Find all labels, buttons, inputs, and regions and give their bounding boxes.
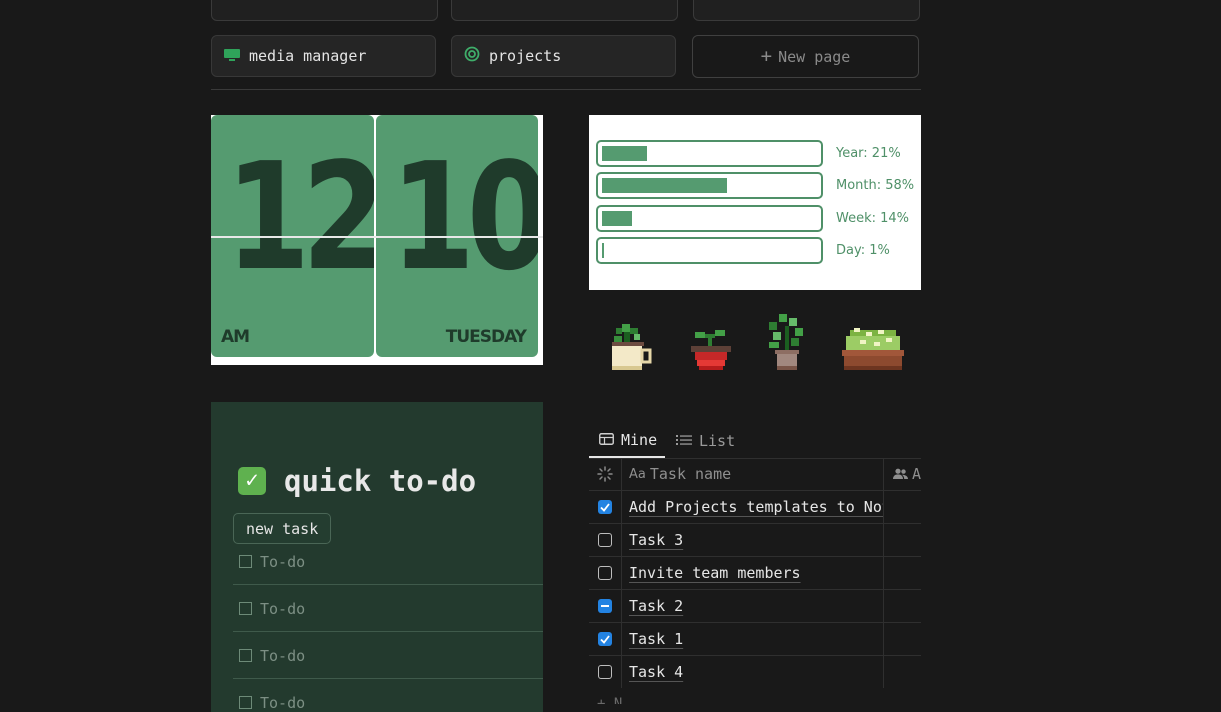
clock-hour: 12 <box>225 131 374 303</box>
todo-item[interactable]: To-do <box>233 539 543 585</box>
todo-checkbox[interactable] <box>239 649 252 662</box>
monitor-icon <box>224 47 240 65</box>
year-progress-bar <box>596 140 823 167</box>
todo-item-label: To-do <box>260 646 306 665</box>
projects-label: projects <box>489 47 562 65</box>
task-checkbox[interactable] <box>598 665 612 679</box>
page-button-partial[interactable] <box>693 0 920 21</box>
planter-box-icon <box>840 320 906 378</box>
progress-fill <box>602 178 727 193</box>
day-progress-bar <box>596 237 823 264</box>
target-icon <box>464 46 480 66</box>
potted-plant-mug-icon <box>608 312 654 378</box>
check-mark-icon: ✓ <box>238 467 266 495</box>
task-name[interactable]: Invite team members <box>629 564 801 582</box>
todo-item-label: To-do <box>260 599 306 618</box>
task-checkbox[interactable] <box>598 533 612 547</box>
loading-spinner-icon <box>589 458 622 490</box>
todo-title: ✓ quick to-do <box>238 464 476 498</box>
task-name[interactable]: Task 3 <box>629 531 683 549</box>
table-row[interactable]: Task 4 <box>589 656 921 689</box>
tab-mine-label: Mine <box>621 431 658 449</box>
media-manager-button[interactable]: media manager <box>211 35 436 77</box>
todo-title-text: quick to-do <box>284 464 477 498</box>
clock-day: TUESDAY <box>445 327 527 347</box>
new-page-button[interactable]: + New page <box>692 35 919 78</box>
month-progress-label: Month: 58% <box>836 178 915 193</box>
potted-plant-tall-icon <box>765 312 809 378</box>
list-icon <box>676 432 692 450</box>
tasks-table: Aa Task name A Add Projects templates to… <box>589 458 921 704</box>
table-icon <box>599 431 614 449</box>
todo-checkbox[interactable] <box>239 696 252 709</box>
task-name[interactable]: Task 4 <box>629 663 683 681</box>
task-name[interactable]: Task 1 <box>629 630 683 648</box>
new-page-label: New page <box>778 47 851 66</box>
people-icon <box>893 468 908 480</box>
assignee-cell[interactable] <box>885 590 921 622</box>
week-progress-bar <box>596 205 823 232</box>
table-row[interactable]: Task 2 <box>589 590 921 623</box>
progress-fill <box>602 146 648 161</box>
todo-checkbox[interactable] <box>239 602 252 615</box>
assignee-cell[interactable] <box>885 524 921 556</box>
text-type-icon: Aa <box>629 466 646 482</box>
flip-clock-widget: 12 AM 10 TUESDAY <box>211 115 543 365</box>
plus-icon: + <box>760 45 773 67</box>
assignee-column-header[interactable]: A <box>885 458 921 490</box>
task-checkbox[interactable] <box>598 500 612 514</box>
progress-widget: Year: 21% Month: 58% Week: 14% Day: 1% <box>589 115 921 290</box>
table-row[interactable]: Task 1 <box>589 623 921 656</box>
week-progress-label: Week: 14% <box>836 211 910 226</box>
task-name-column-header[interactable]: Aa Task name <box>622 458 884 490</box>
todo-item[interactable]: To-do <box>233 680 543 712</box>
progress-fill <box>602 243 605 258</box>
projects-button[interactable]: projects <box>451 35 676 77</box>
page-button-partial[interactable] <box>451 0 678 21</box>
progress-fill <box>602 211 633 226</box>
task-checkbox[interactable] <box>598 566 612 580</box>
task-name[interactable]: Add Projects templates to Notion <box>629 498 883 516</box>
todo-item[interactable]: To-do <box>233 633 543 679</box>
potted-plant-red-pot-icon <box>689 312 733 378</box>
year-progress-label: Year: 21% <box>836 146 901 161</box>
clock-divider <box>211 236 543 238</box>
page-button-partial[interactable] <box>211 0 438 21</box>
media-manager-label: media manager <box>249 47 367 65</box>
tab-mine[interactable]: Mine <box>589 424 666 458</box>
assignee-cell[interactable] <box>885 557 921 589</box>
todo-item-label: To-do <box>260 552 306 571</box>
task-view-tabs: Mine List <box>589 424 921 459</box>
new-row-button[interactable]: + N <box>597 696 622 704</box>
tab-list-label: List <box>699 432 736 450</box>
task-checkbox[interactable] <box>598 599 612 613</box>
todo-item[interactable]: To-do <box>233 586 543 632</box>
quick-todo-panel: ✓ quick to-do new task To-do To-do To-do… <box>211 402 543 712</box>
task-checkbox[interactable] <box>598 632 612 646</box>
table-header: Aa Task name A <box>589 458 921 491</box>
table-row[interactable]: Add Projects templates to Notion <box>589 491 921 524</box>
task-name-header-label: Task name <box>649 465 732 483</box>
todo-item-label: To-do <box>260 693 306 712</box>
month-progress-bar <box>596 172 823 199</box>
day-progress-label: Day: 1% <box>836 243 890 258</box>
assignee-cell[interactable] <box>885 623 921 655</box>
task-name[interactable]: Task 2 <box>629 597 683 615</box>
clock-period: AM <box>221 327 250 347</box>
assignee-cell[interactable] <box>885 491 921 523</box>
assignee-header-label: A <box>912 465 921 483</box>
table-row[interactable]: Task 3 <box>589 524 921 557</box>
divider <box>211 89 921 90</box>
tab-list[interactable]: List <box>676 424 735 458</box>
todo-checkbox[interactable] <box>239 555 252 568</box>
clock-minute: 10 <box>390 131 538 303</box>
table-row[interactable]: Invite team members <box>589 557 921 590</box>
assignee-cell[interactable] <box>885 656 921 688</box>
